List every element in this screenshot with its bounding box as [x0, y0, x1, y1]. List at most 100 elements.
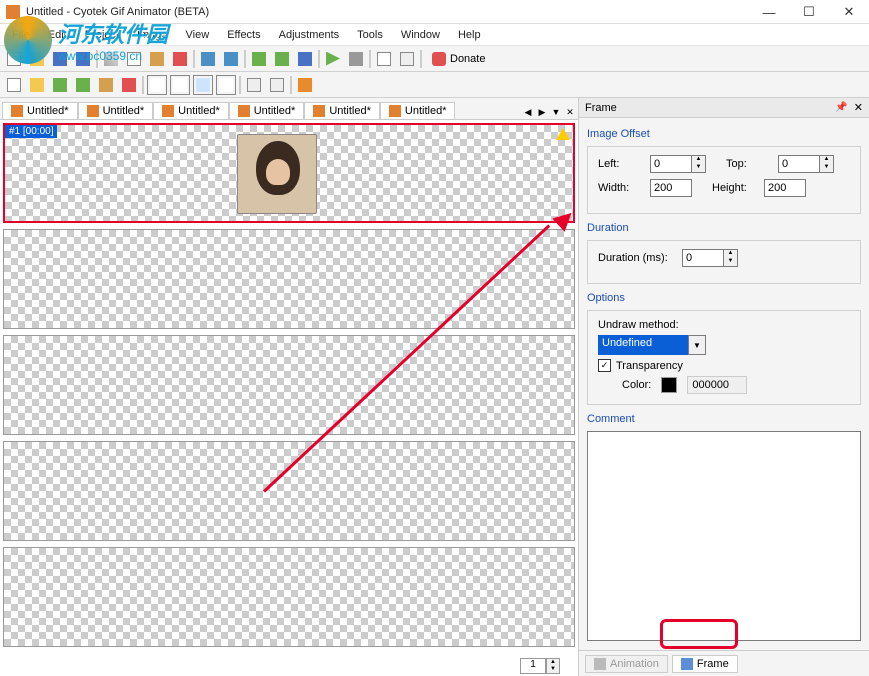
- color-swatch[interactable]: [661, 377, 677, 393]
- group-options-title: Options: [587, 292, 861, 304]
- delete-button[interactable]: [170, 49, 190, 69]
- group-offset: Left: ▲▼ Top: ▲▼ Width: Height:: [587, 146, 861, 214]
- tab-close-button[interactable]: ✕: [564, 105, 576, 119]
- separator: [420, 50, 422, 68]
- tab-dropdown-button[interactable]: ▼: [550, 105, 562, 119]
- frame-row-empty[interactable]: [3, 335, 575, 435]
- import2-button[interactable]: [272, 49, 292, 69]
- tab-animation[interactable]: Animation: [585, 655, 668, 673]
- frame-edit-button[interactable]: [96, 75, 116, 95]
- tab-prev-button[interactable]: ◀: [522, 105, 534, 119]
- window-controls: — ☐ ✕: [749, 0, 869, 24]
- undraw-label: Undraw method:: [598, 319, 850, 331]
- save-button[interactable]: [50, 49, 70, 69]
- menu-view[interactable]: View: [178, 27, 218, 43]
- frame-row-empty[interactable]: [3, 441, 575, 541]
- donate-button[interactable]: Donate: [425, 49, 492, 69]
- separator: [244, 50, 246, 68]
- doc-tab-5[interactable]: Untitled*: [380, 102, 456, 119]
- left-input[interactable]: [650, 155, 692, 173]
- group-duration: Duration (ms): ▲▼: [587, 240, 861, 284]
- misc-b-button[interactable]: [267, 75, 287, 95]
- separator: [96, 50, 98, 68]
- panel-close-icon[interactable]: ✕: [854, 101, 863, 114]
- page-spinner[interactable]: ▲▼: [546, 658, 560, 674]
- chevron-down-icon: ▼: [688, 335, 706, 355]
- export-button[interactable]: [295, 49, 315, 69]
- layout-a-button[interactable]: [147, 75, 167, 95]
- frame-row-1[interactable]: #1 [00:00]: [3, 123, 575, 223]
- play-button[interactable]: [323, 49, 343, 69]
- top-spinner[interactable]: ▲▼: [820, 155, 834, 173]
- rss-button[interactable]: [295, 75, 315, 95]
- menu-file[interactable]: File: [4, 27, 38, 43]
- warning-icon: [556, 128, 570, 140]
- separator: [369, 50, 371, 68]
- doc-icon: [11, 105, 23, 117]
- layout-c-button[interactable]: [193, 75, 213, 95]
- group-offset-title: Image Offset: [587, 128, 861, 140]
- doc-tab-0[interactable]: Untitled*: [2, 102, 78, 119]
- panel-body: Image Offset Left: ▲▼ Top: ▲▼ Width: Hei…: [579, 118, 869, 650]
- left-label: Left:: [598, 158, 644, 170]
- menu-image[interactable]: Image: [129, 27, 176, 43]
- height-input[interactable]: [764, 179, 806, 197]
- cut-button[interactable]: [101, 49, 121, 69]
- tab-frame[interactable]: Frame: [672, 655, 738, 673]
- frame-icon: [681, 658, 693, 670]
- menu-tools[interactable]: Tools: [349, 27, 391, 43]
- doc-tab-2[interactable]: Untitled*: [153, 102, 229, 119]
- transparency-checkbox[interactable]: ✓: [598, 359, 611, 372]
- tab-next-button[interactable]: ▶: [536, 105, 548, 119]
- saveall-button[interactable]: [73, 49, 93, 69]
- layout-d-button[interactable]: [216, 75, 236, 95]
- doc-tab-3[interactable]: Untitled*: [229, 102, 305, 119]
- duration-input[interactable]: [682, 249, 724, 267]
- opts-button[interactable]: [397, 49, 417, 69]
- frame-del-button[interactable]: [119, 75, 139, 95]
- color-code: 000000: [687, 376, 747, 394]
- menu-edit[interactable]: Edit: [40, 27, 75, 43]
- new-button[interactable]: [4, 49, 24, 69]
- paste-button[interactable]: [147, 49, 167, 69]
- redo-button[interactable]: [221, 49, 241, 69]
- frame-row-empty[interactable]: [3, 229, 575, 329]
- menu-adjustments[interactable]: Adjustments: [271, 27, 348, 43]
- frame-row-empty[interactable]: [3, 547, 575, 647]
- undo-button[interactable]: [198, 49, 218, 69]
- left-spinner[interactable]: ▲▼: [692, 155, 706, 173]
- menu-effects[interactable]: Effects: [219, 27, 268, 43]
- duration-spinner[interactable]: ▲▼: [724, 249, 738, 267]
- layout-b-button[interactable]: [170, 75, 190, 95]
- frame-add-button[interactable]: [50, 75, 70, 95]
- doc-tab-4[interactable]: Untitled*: [304, 102, 380, 119]
- import-button[interactable]: [249, 49, 269, 69]
- frame-new-button[interactable]: [4, 75, 24, 95]
- width-input[interactable]: [650, 179, 692, 197]
- doc-icon: [238, 105, 250, 117]
- menu-window[interactable]: Window: [393, 27, 448, 43]
- misc-a-button[interactable]: [244, 75, 264, 95]
- top-input[interactable]: [778, 155, 820, 173]
- copy-button[interactable]: [124, 49, 144, 69]
- group-comment-title: Comment: [587, 413, 861, 425]
- stop-button[interactable]: [346, 49, 366, 69]
- donate-label: Donate: [450, 53, 485, 65]
- close-button[interactable]: ✕: [829, 0, 869, 24]
- menu-project[interactable]: Project: [77, 27, 127, 43]
- open-button[interactable]: [27, 49, 47, 69]
- props-button[interactable]: [374, 49, 394, 69]
- doc-tab-1[interactable]: Untitled*: [78, 102, 154, 119]
- pin-icon[interactable]: 📌: [835, 102, 847, 113]
- undraw-value: Undefined: [598, 335, 688, 355]
- toolbar-1: Donate: [0, 46, 869, 72]
- frame-open-button[interactable]: [27, 75, 47, 95]
- maximize-button[interactable]: ☐: [789, 0, 829, 24]
- page-input[interactable]: 1: [520, 658, 546, 674]
- menu-help[interactable]: Help: [450, 27, 489, 43]
- undraw-select[interactable]: Undefined ▼: [598, 335, 850, 355]
- frame-add2-button[interactable]: [73, 75, 93, 95]
- bottom-tabs: Animation Frame: [579, 650, 869, 676]
- minimize-button[interactable]: —: [749, 0, 789, 24]
- comment-textarea[interactable]: [587, 431, 861, 641]
